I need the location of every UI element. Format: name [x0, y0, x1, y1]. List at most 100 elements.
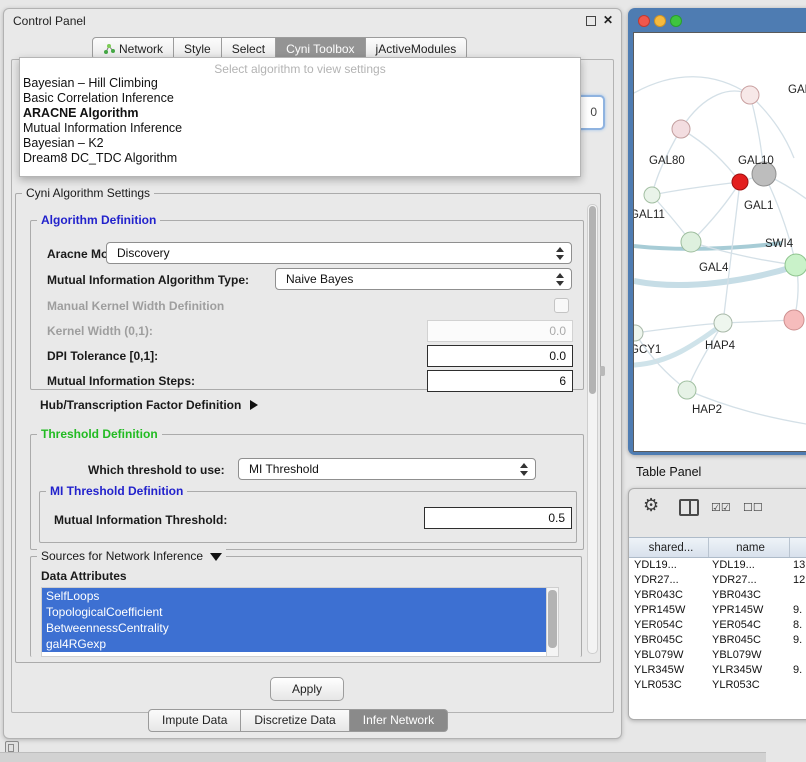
- table-row[interactable]: YBR045CYBR045C9.: [629, 633, 806, 648]
- table-row[interactable]: YBL079WYBL079W: [629, 648, 806, 663]
- algorithm-list: Bayesian – Hill ClimbingBasic Correlatio…: [20, 76, 580, 166]
- dpi-tolerance-field[interactable]: 0.0: [427, 345, 573, 367]
- tab-infer-network[interactable]: Infer Network: [350, 709, 448, 732]
- table-row[interactable]: YBR043CYBR043C: [629, 588, 806, 603]
- columns-icon[interactable]: [679, 499, 699, 516]
- table-cell: YBR045C: [709, 633, 790, 648]
- combo-value: Discovery: [107, 246, 553, 260]
- algorithm-option[interactable]: Bayesian – K2: [20, 136, 580, 151]
- scrollbar-thumb[interactable]: [548, 590, 557, 648]
- network-icon: [103, 43, 115, 55]
- table-cell: YPR145W: [709, 603, 790, 618]
- network-canvas[interactable]: GAL8GAL80GAL10GAL11GAL1SWI4GAL4GCY1HAP4H…: [633, 32, 806, 452]
- settings-scrollbar[interactable]: [587, 204, 598, 654]
- mi-threshold-field[interactable]: 0.5: [424, 507, 572, 529]
- graph-node-label: SWI4: [765, 238, 794, 250]
- algorithm-option[interactable]: Bayesian – Hill Climbing: [20, 76, 580, 91]
- table-row[interactable]: YPR145WYPR145W9.: [629, 603, 806, 618]
- panel-splitter-handle[interactable]: [600, 366, 605, 376]
- attribute-list-item[interactable]: BetweennessCentrality: [42, 620, 547, 636]
- deselect-all-rows-icon[interactable]: ☐☐: [743, 501, 763, 514]
- graph-node[interactable]: [714, 314, 732, 332]
- table-row[interactable]: YLR345WYLR345W9.: [629, 663, 806, 678]
- data-attributes-list: SelfLoopsTopologicalCoefficientBetweenne…: [42, 588, 558, 652]
- algorithm-option[interactable]: Basic Correlation Inference: [20, 91, 580, 106]
- graph-node[interactable]: [785, 254, 806, 276]
- table-cell: [790, 648, 806, 663]
- graph-node[interactable]: [741, 86, 759, 104]
- table-panel-title: Table Panel: [636, 465, 701, 479]
- table-cell: 9.: [790, 633, 806, 648]
- tab-label: Cyni Toolbox: [286, 42, 354, 56]
- algorithm-definition-group: Algorithm Definition Aracne Mode: Discov…: [30, 220, 584, 390]
- mi-type-label: Mutual Information Algorithm Type:: [47, 273, 249, 287]
- network-view-window: GAL8GAL80GAL10GAL11GAL1SWI4GAL4GCY1HAP4H…: [628, 8, 806, 455]
- graph-node[interactable]: [678, 381, 696, 399]
- data-attributes-listbox[interactable]: SelfLoopsTopologicalCoefficientBetweenne…: [41, 587, 559, 657]
- graph-node-label: GAL8: [788, 84, 806, 96]
- aracne-mode-combo[interactable]: Discovery: [106, 242, 572, 264]
- float-window-icon[interactable]: [586, 16, 596, 26]
- network-graph: GAL8GAL80GAL10GAL11GAL1SWI4GAL4GCY1HAP4H…: [634, 33, 806, 449]
- mi-threshold-group: MI Threshold Definition Mutual Informati…: [39, 491, 577, 543]
- hub-definition-toggle[interactable]: Hub/Transcription Factor Definition: [40, 398, 258, 412]
- table-column-header[interactable]: shared...: [629, 538, 709, 557]
- table-row[interactable]: YER054CYER054C8.: [629, 618, 806, 633]
- attribute-list-item[interactable]: TopologicalCoefficient: [42, 604, 547, 620]
- table-cell: YLR053C: [629, 678, 709, 693]
- graph-node-label: GAL11: [634, 209, 665, 221]
- graph-node[interactable]: [732, 174, 748, 190]
- table-column-header[interactable]: name: [709, 538, 790, 557]
- algorithm-option[interactable]: ARACNE Algorithm: [20, 106, 580, 121]
- mi-type-combo[interactable]: Naive Bayes: [275, 268, 572, 290]
- close-icon[interactable]: ✕: [603, 13, 613, 27]
- graph-node[interactable]: [644, 187, 660, 203]
- table-cell: YBR043C: [709, 588, 790, 603]
- mi-threshold-label: Mutual Information Threshold:: [54, 513, 227, 527]
- table-row[interactable]: YDR27...YDR27...12: [629, 573, 806, 588]
- attribute-list-item[interactable]: gal4RGexp: [42, 636, 547, 652]
- mi-steps-field[interactable]: 6: [427, 370, 573, 392]
- table-row[interactable]: YLR053CYLR053C: [629, 678, 806, 693]
- select-all-rows-icon[interactable]: ☑☑: [711, 501, 731, 514]
- table-column-header[interactable]: [790, 538, 806, 557]
- table-row[interactable]: YDL19...YDL19...13: [629, 558, 806, 573]
- algorithm-dropdown-popup: Select algorithm to view settings Bayesi…: [19, 57, 581, 177]
- graph-node-label: GCY1: [634, 344, 661, 356]
- desktop: Control Panel ✕ Network Style Select Cyn…: [0, 0, 806, 762]
- table-cell: [790, 588, 806, 603]
- hub-definition-label: Hub/Transcription Factor Definition: [40, 398, 241, 412]
- table-cell: [790, 678, 806, 693]
- gear-icon[interactable]: ⚙: [643, 495, 659, 516]
- table-cell: 9.: [790, 603, 806, 618]
- graph-node[interactable]: [672, 120, 690, 138]
- which-threshold-combo[interactable]: MI Threshold: [238, 458, 536, 480]
- algorithm-option[interactable]: Dream8 DC_TDC Algorithm: [20, 151, 580, 166]
- tab-impute-data[interactable]: Impute Data: [148, 709, 241, 732]
- tab-discretize-data[interactable]: Discretize Data: [241, 709, 349, 732]
- sources-group: Sources for Network Inference Data Attri…: [30, 556, 582, 657]
- graph-node[interactable]: [784, 310, 804, 330]
- graph-node[interactable]: [681, 232, 701, 252]
- sources-toggle[interactable]: Sources for Network Inference: [37, 549, 226, 563]
- table-cell: YLR345W: [629, 663, 709, 678]
- spinner-value: 0: [590, 105, 597, 119]
- apply-button[interactable]: Apply: [270, 677, 344, 701]
- graph-node[interactable]: [634, 325, 643, 341]
- group-title: Cyni Algorithm Settings: [22, 186, 154, 200]
- kernel-width-label: Kernel Width (0,1):: [47, 324, 153, 338]
- close-traffic-light-icon[interactable]: [638, 15, 650, 27]
- attribute-list-item[interactable]: SelfLoops: [42, 588, 547, 604]
- algorithm-option[interactable]: Mutual Information Inference: [20, 121, 580, 136]
- list-scrollbar[interactable]: [546, 588, 558, 656]
- scrollbar-thumb[interactable]: [589, 206, 596, 394]
- group-title: Threshold Definition: [37, 427, 162, 441]
- chevron-right-icon: [250, 400, 258, 410]
- dpi-tolerance-label: DPI Tolerance [0,1]:: [47, 349, 158, 363]
- chevron-up-down-icon: [553, 273, 567, 286]
- cyni-algorithm-settings-group: Cyni Algorithm Settings Algorithm Defini…: [15, 193, 601, 663]
- tab-label: Select: [232, 42, 265, 56]
- table-cell: YBR045C: [629, 633, 709, 648]
- zoom-traffic-light-icon[interactable]: [670, 15, 682, 27]
- minimize-traffic-light-icon[interactable]: [654, 15, 666, 27]
